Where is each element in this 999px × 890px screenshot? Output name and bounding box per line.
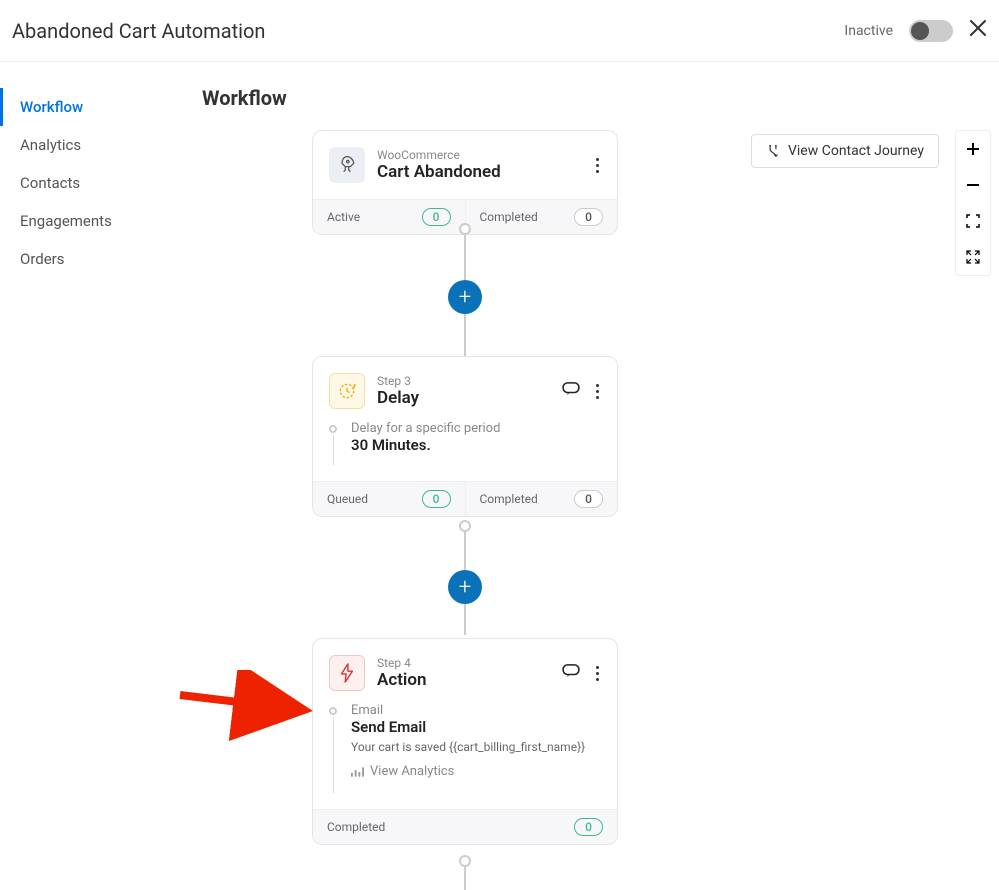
footer-active: Active 0 [313,200,465,234]
sub-row: Email Send Email Your cart is saved {{ca… [329,703,601,793]
sub-dot [329,707,337,715]
status-label: Inactive [844,23,893,39]
clock-icon [329,373,365,409]
body-line1: Delay for a specific period [351,421,500,436]
view-contact-journey-button[interactable]: View Contact Journey [751,134,939,168]
sidebar-item-contacts[interactable]: Contacts [0,164,180,202]
body-line1: Email [351,703,585,718]
body-line3: Your cart is saved {{cart_billing_first_… [351,740,585,754]
node-actions [594,156,601,175]
toggle-thumb [911,22,929,40]
comment-icon[interactable] [562,382,580,396]
footer-label: Completed [480,492,538,506]
fullscreen-button[interactable] [956,239,990,275]
node-sup: WooCommerce [377,148,582,162]
count-pill: 0 [574,818,603,836]
zoom-out-button[interactable] [956,167,990,203]
count-pill: 0 [574,490,603,508]
footer-label: Completed [480,210,538,224]
node-actions [562,382,601,401]
journey-icon [766,144,780,158]
zoom-panel [955,130,991,276]
footer-label: Completed [327,820,385,834]
sidebar: Workflow Analytics Contacts Engagements … [0,62,180,890]
node-footer: Completed 0 [313,809,617,844]
analytics-label: View Analytics [370,764,454,779]
footer-queued: Queued 0 [313,482,465,516]
node-body: Email Send Email Your cart is saved {{ca… [313,703,617,809]
connector-dot [459,855,471,867]
footer-completed: Completed 0 [465,482,618,516]
footer-completed: Completed 0 [465,200,618,234]
rocket-icon [329,147,365,183]
node-sup: Step 4 [377,656,550,670]
connector-dot [459,223,471,235]
body-line2: Send Email [351,718,585,736]
kebab-icon[interactable] [594,156,601,175]
minus-icon [965,177,981,193]
comment-icon[interactable] [562,664,580,678]
sidebar-item-engagements[interactable]: Engagements [0,202,180,240]
status-toggle[interactable] [909,20,953,42]
footer-label: Queued [327,492,368,506]
fit-screen-button[interactable] [956,203,990,239]
sidebar-item-analytics[interactable]: Analytics [0,126,180,164]
close-icon[interactable] [969,18,987,43]
sub-dot-col [329,421,337,465]
node-sup: Step 3 [377,374,550,388]
kebab-icon[interactable] [594,382,601,401]
node-header: Step 3 Delay [313,357,617,417]
sub-text: Email Send Email Your cart is saved {{ca… [351,703,585,779]
node-header: Step 4 Action [313,639,617,699]
connector-dot [459,520,471,532]
kebab-icon[interactable] [594,664,601,683]
bolt-icon [329,655,365,691]
count-pill: 0 [422,490,451,508]
top-bar: Abandoned Cart Automation Inactive [0,0,999,62]
main: Workflow Analytics Contacts Engagements … [0,62,999,890]
workflow-node-delay[interactable]: Step 3 Delay Dela [312,356,618,517]
expand-icon [966,250,980,264]
sub-row: Delay for a specific period 30 Minutes. [329,421,601,465]
node-title: Action [377,670,550,690]
sub-text: Delay for a specific period 30 Minutes. [351,421,500,454]
node-labels: Step 3 Delay [377,374,550,408]
sidebar-item-workflow[interactable]: Workflow [0,88,180,126]
topbar-right: Inactive [844,18,987,43]
fit-icon [966,214,980,228]
footer-label: Active [327,210,360,224]
add-step-button[interactable]: + [448,280,482,314]
sidebar-item-orders[interactable]: Orders [0,240,180,278]
content: Workflow View Contact Journey [180,62,999,890]
zoom-in-button[interactable] [956,131,990,167]
workflow-node-trigger[interactable]: WooCommerce Cart Abandoned Active 0 Comp… [312,130,618,235]
sub-dot-col [329,703,337,793]
node-actions [562,664,601,683]
view-analytics-link[interactable]: View Analytics [351,764,585,779]
annotation-arrow [170,670,330,750]
analytics-icon [351,766,364,778]
sub-line [333,717,334,793]
count-pill: 0 [422,208,451,226]
plus-icon [965,141,981,157]
node-labels: WooCommerce Cart Abandoned [377,148,582,182]
count-pill: 0 [574,208,603,226]
node-footer: Queued 0 Completed 0 [313,481,617,516]
node-labels: Step 4 Action [377,656,550,690]
sub-line [333,435,334,465]
workflow-canvas[interactable]: View Contact Journey [180,130,999,890]
section-title: Workflow [180,86,999,110]
sub-dot [329,425,337,433]
node-header: WooCommerce Cart Abandoned [313,131,617,199]
journey-button-label: View Contact Journey [788,143,924,159]
body-line2: 30 Minutes. [351,436,500,454]
node-title: Cart Abandoned [377,162,582,182]
node-title: Delay [377,388,550,408]
add-step-button[interactable]: + [448,570,482,604]
node-body: Delay for a specific period 30 Minutes. [313,421,617,481]
page-title: Abandoned Cart Automation [12,19,265,43]
workflow-node-action[interactable]: Step 4 Action Ema [312,638,618,845]
